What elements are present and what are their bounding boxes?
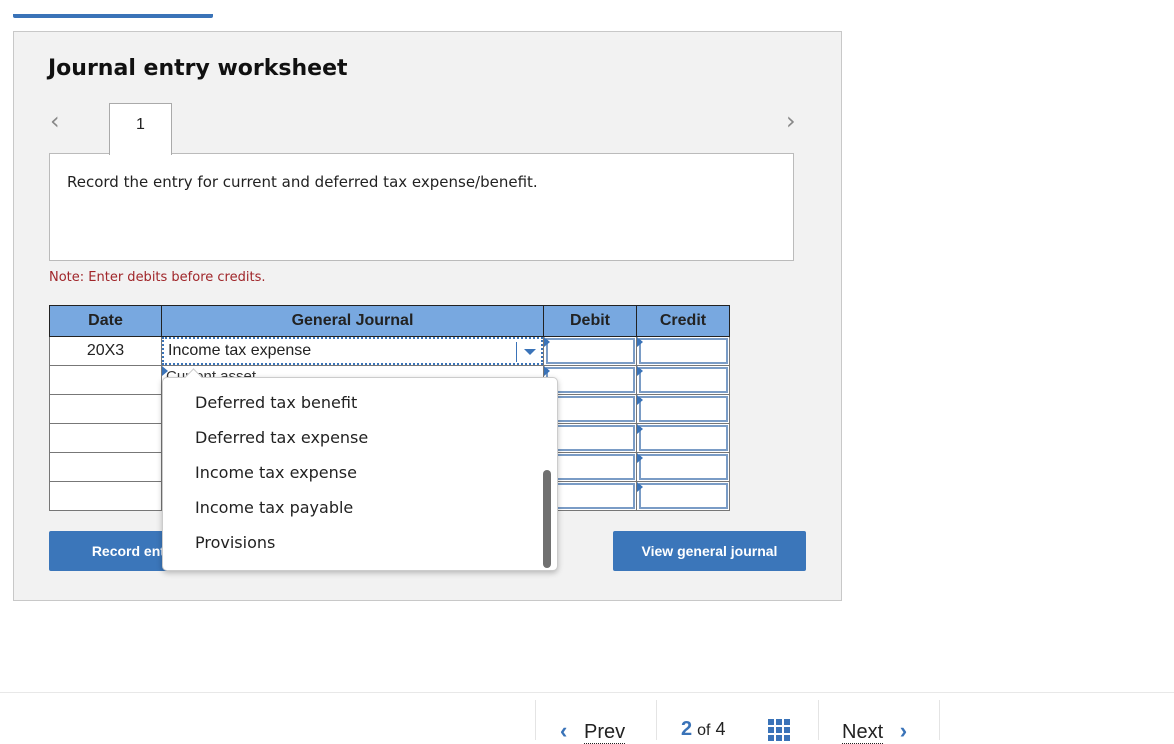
triangle-marker-icon (637, 482, 643, 492)
footer-separator (656, 700, 657, 740)
triangle-marker-icon (637, 366, 643, 376)
triangle-marker-icon (637, 337, 643, 347)
header-date: Date (49, 305, 162, 337)
account-select-value: Income tax expense (168, 342, 312, 359)
dropdown-option[interactable]: Deferred tax benefit (195, 393, 357, 412)
chevron-right-icon: › (899, 718, 908, 743)
credit-cell[interactable] (636, 452, 730, 482)
debit-input[interactable] (546, 367, 635, 393)
debit-input[interactable] (546, 454, 635, 480)
debit-cell[interactable] (543, 336, 637, 366)
dropdown-option[interactable]: Income tax payable (195, 498, 353, 517)
credit-cell[interactable] (636, 481, 730, 511)
credit-input[interactable] (639, 454, 728, 480)
triangle-marker-icon (544, 366, 550, 376)
worksheet-title: Journal entry worksheet (48, 56, 348, 81)
debit-input[interactable] (546, 483, 635, 509)
date-cell[interactable] (49, 365, 162, 395)
header-credit: Credit (636, 305, 730, 337)
debit-input[interactable] (546, 425, 635, 451)
date-cell[interactable] (49, 481, 162, 511)
date-cell[interactable] (49, 423, 162, 453)
credit-input[interactable] (639, 483, 728, 509)
debit-input[interactable] (546, 396, 635, 422)
next-label: Next (842, 721, 884, 744)
date-cell: 20X3 (49, 336, 162, 366)
chevron-left-icon: ‹ (560, 718, 568, 743)
footer-separator (939, 700, 940, 740)
instruction-box: Record the entry for current and deferre… (49, 153, 794, 261)
next-button[interactable]: Next › (842, 718, 907, 744)
triangle-marker-icon (162, 366, 168, 376)
prev-label: Prev (584, 721, 626, 744)
table-header-row: Date General Journal Debit Credit (49, 305, 730, 337)
instruction-text: Record the entry for current and deferre… (67, 173, 538, 191)
chevron-left-icon[interactable]: ‹ (50, 108, 60, 134)
credit-cell[interactable] (636, 336, 730, 366)
chevron-right-icon[interactable]: › (786, 108, 796, 134)
note-text: Note: Enter debits before credits. (49, 270, 266, 285)
credit-input[interactable] (639, 425, 728, 451)
dropdown-option[interactable]: Deferred tax expense (195, 428, 368, 447)
credit-input[interactable] (639, 338, 728, 364)
credit-cell[interactable] (636, 365, 730, 395)
debit-input[interactable] (546, 338, 635, 364)
credit-cell[interactable] (636, 423, 730, 453)
date-cell[interactable] (49, 394, 162, 424)
tab-1[interactable]: 1 (109, 103, 172, 155)
triangle-marker-icon (637, 424, 643, 434)
footer-divider (0, 692, 1174, 693)
view-general-journal-button[interactable]: View general journal (613, 531, 806, 571)
credit-input[interactable] (639, 396, 728, 422)
current-page: 2 (681, 718, 693, 740)
progress-bar (13, 14, 213, 18)
footer-separator (818, 700, 819, 740)
page-indicator: 2 of 4 (681, 718, 726, 741)
dropdown-option[interactable]: Income tax expense (195, 463, 357, 482)
account-dropdown-menu: Deferred tax benefit Deferred tax expens… (162, 368, 558, 571)
account-select[interactable]: Income tax expense (162, 337, 543, 365)
header-general-journal: General Journal (161, 305, 544, 337)
triangle-marker-icon (637, 453, 643, 463)
of-label: of (697, 722, 711, 739)
total-pages: 4 (715, 719, 726, 739)
footer-separator (535, 700, 536, 740)
dropdown-scrollbar[interactable] (543, 470, 551, 568)
triangle-marker-icon (544, 337, 550, 347)
credit-input[interactable] (639, 367, 728, 393)
table-row: 20X3 Income tax expense (49, 336, 730, 366)
grid-icon[interactable] (768, 719, 790, 741)
dropdown-option[interactable]: Provisions (195, 533, 275, 552)
date-cell[interactable] (49, 452, 162, 482)
chevron-down-icon[interactable] (516, 342, 541, 362)
account-cell[interactable]: Income tax expense (161, 336, 544, 366)
credit-cell[interactable] (636, 394, 730, 424)
prev-button[interactable]: ‹ Prev (560, 718, 626, 744)
triangle-marker-icon (637, 395, 643, 405)
header-debit: Debit (543, 305, 637, 337)
